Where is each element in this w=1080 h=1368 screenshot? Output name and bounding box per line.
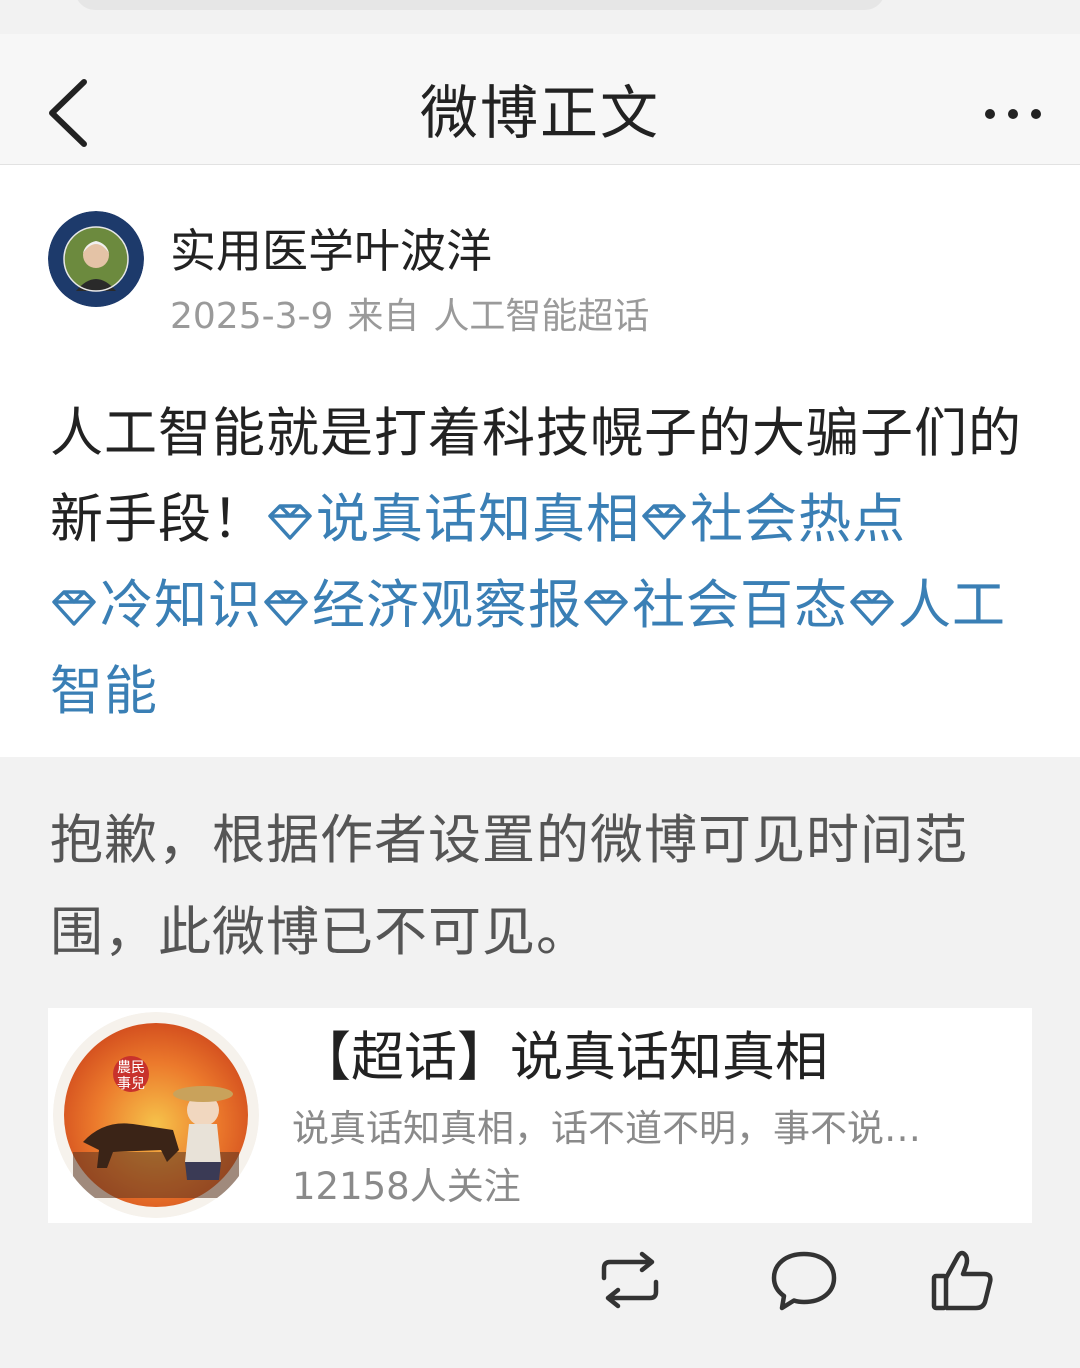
supertopic-image-text: 事兒 [117,1076,145,1092]
diamond-icon [268,504,312,540]
post-text: 人工智能就是打着科技幌子的大骗子们的新手段！ 说真话知真相 社会热点 冷知识 经济观察… [50,391,1035,735]
top-search-area [0,0,1080,34]
topic-link[interactable]: 社会百态 [582,575,848,636]
nav-bar: 微博正文 [0,34,1080,165]
comment-icon [771,1251,837,1311]
supertopic-image: 農民 事兒 [53,1012,259,1218]
avatar-image [48,211,144,307]
post-date: 2025-3-9 [170,296,334,337]
thumbs-up-icon [931,1250,993,1311]
diamond-icon [642,504,686,540]
topic-link[interactable]: 冷知识 [50,575,262,636]
supertopic-card[interactable]: 農民 事兒 【超话】说真话知真相 说真话知真相，话不道不明，事不说… 12158… [48,1008,1032,1223]
supertopic-title: 【超话】说真话知真相 [298,1027,828,1088]
topic-link[interactable]: 经济观察报 [262,575,582,636]
supertopic-followers: 12158人关注 [292,1165,521,1208]
comment-button[interactable] [770,1248,838,1314]
topic-link[interactable]: 说真话知真相 [266,489,640,550]
diamond-icon [584,590,628,626]
visibility-notice: 抱歉，根据作者设置的微博可见时间范围，此微博已不可见。 [50,810,968,963]
post-source[interactable]: 人工智能超话 [433,296,649,337]
page-title: 微博正文 [419,79,660,147]
more-button[interactable] [980,94,1046,134]
repost-icon [601,1251,659,1309]
diamond-icon [850,590,894,626]
more-dots-icon [985,109,1041,119]
topic-link[interactable]: 社会热点 [640,489,906,550]
diamond-icon [264,590,308,626]
diamond-icon [52,590,96,626]
supertopic-image-text: 農民 [117,1060,145,1076]
like-button[interactable] [928,1248,996,1314]
repost-button[interactable] [596,1248,664,1314]
post-meta: 2025-3-9 来自 人工智能超话 [170,293,649,341]
post-card: 实用医学叶波洋 2025-3-9 来自 人工智能超话 人工智能就是打着科技幌子的大骗… [0,165,1080,757]
top-pill [75,0,885,10]
avatar[interactable] [48,211,144,307]
author-name[interactable]: 实用医学叶波洋 [170,221,492,281]
from-label: 来自 [347,296,420,337]
supertopic-description: 说真话知真相，话不道不明，事不说… [292,1107,921,1150]
